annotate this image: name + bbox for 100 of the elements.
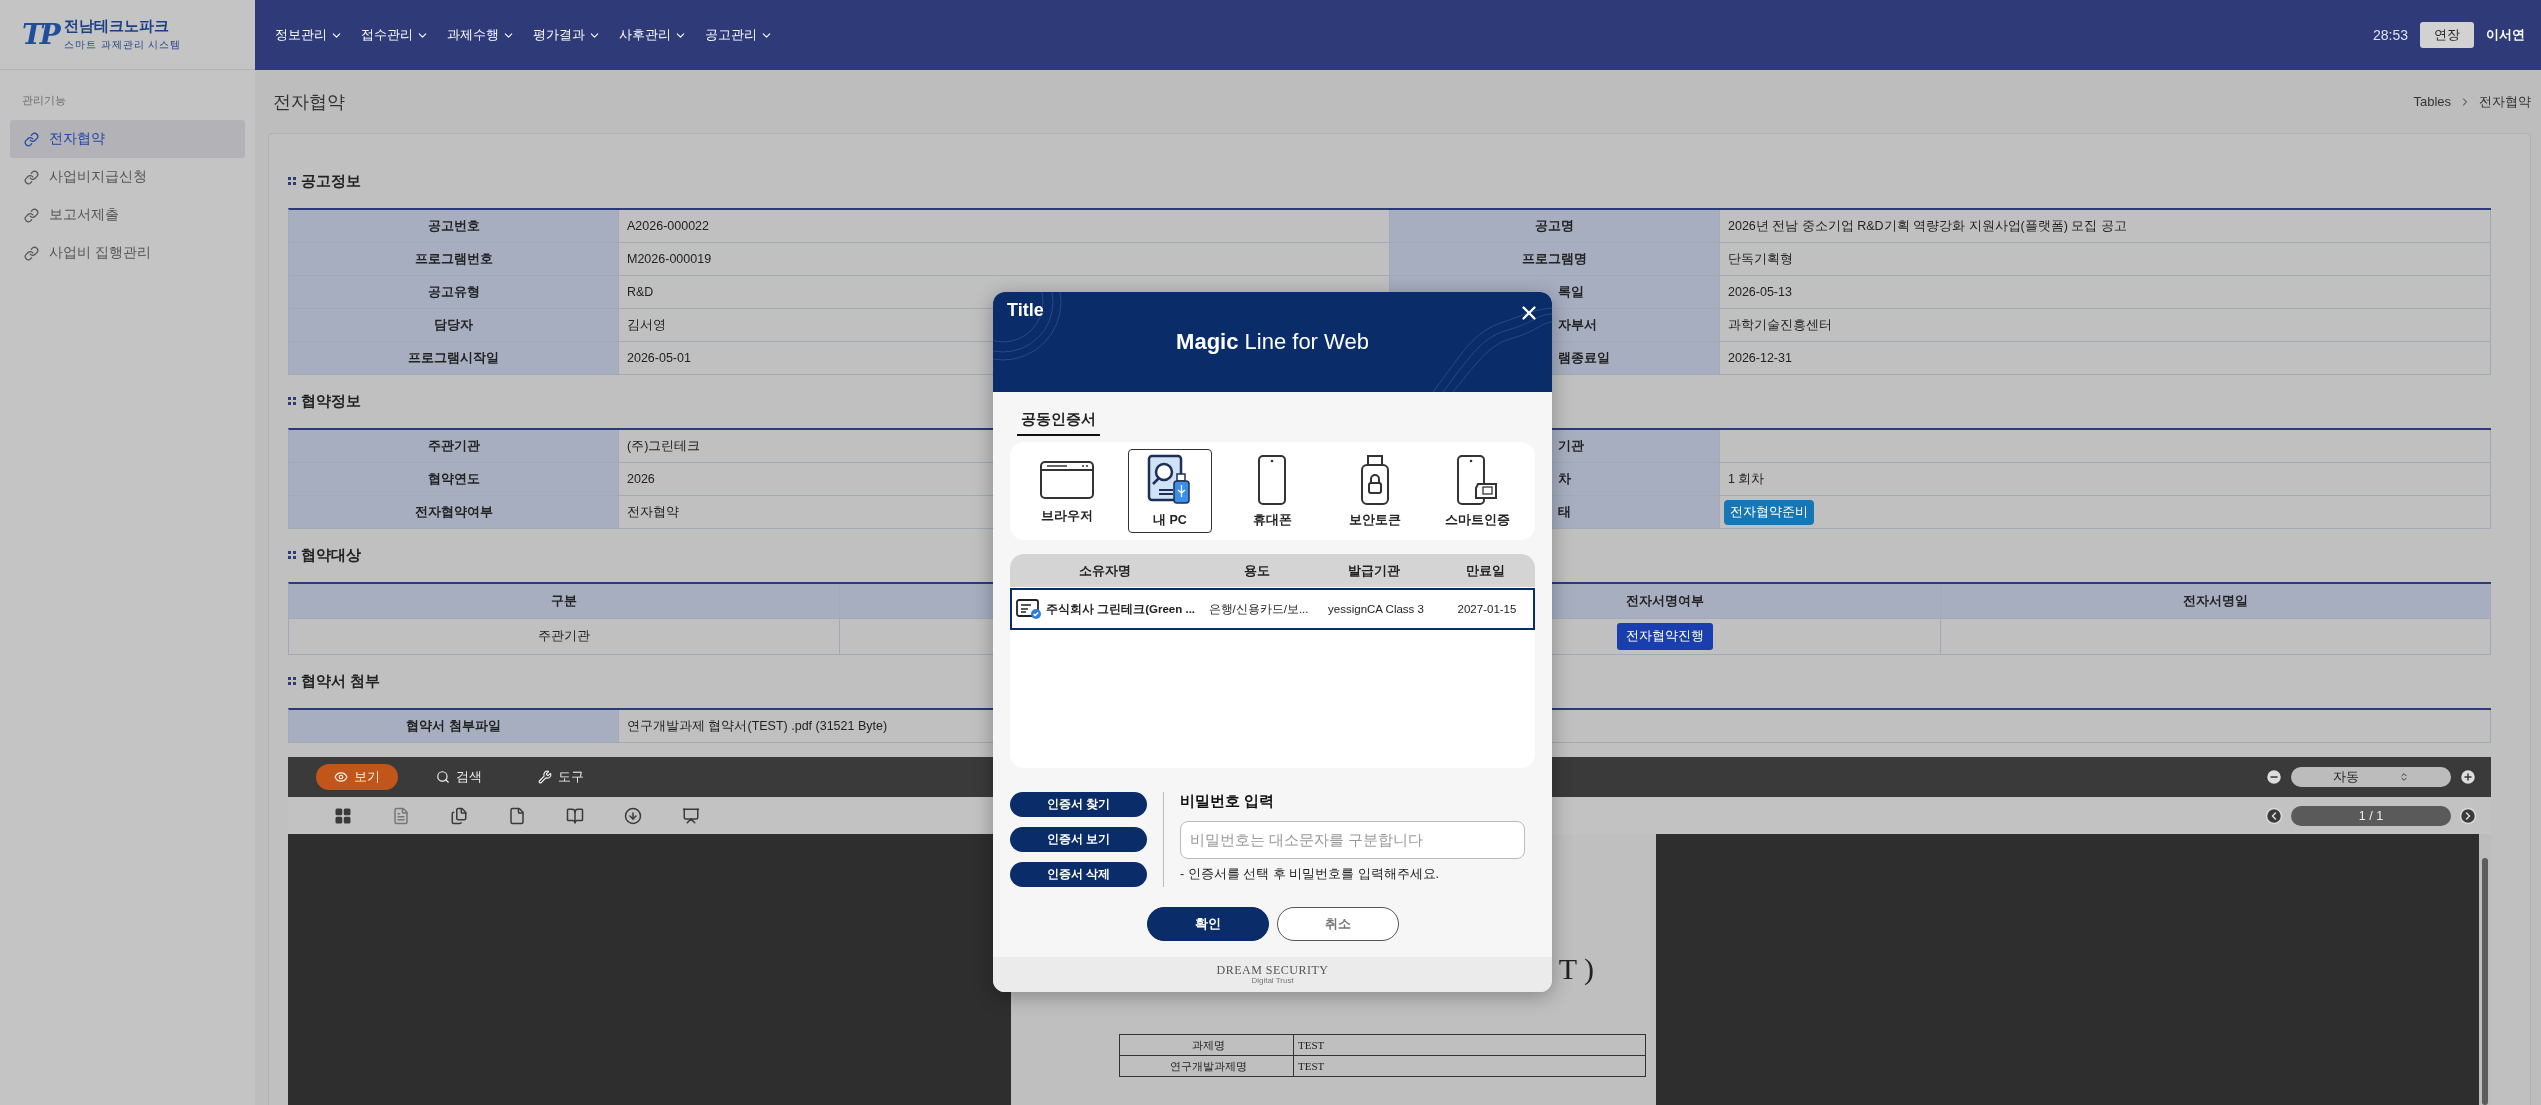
menu-item[interactable]: 사후관리 <box>611 17 695 53</box>
menu-item[interactable]: 정보관리 <box>267 17 351 53</box>
column-header: 만료일 <box>1435 554 1535 587</box>
document-icon[interactable] <box>508 806 526 825</box>
logo-name: 전남테크노파크 <box>63 17 170 36</box>
certificate-button[interactable]: 인증서 찾기 <box>1010 792 1147 817</box>
scrollbar[interactable] <box>2479 834 2491 1105</box>
section-title: 협약서 첨부 <box>301 671 381 691</box>
column-header: 소유자명 <box>1010 554 1200 587</box>
viewer-tab[interactable]: 보기 <box>316 764 398 790</box>
value-cell: 과학기술진흥센터 <box>1720 309 2491 342</box>
phone-icon <box>1257 453 1288 506</box>
confirm-button[interactable]: 확인 <box>1146 907 1269 941</box>
search-icon <box>436 770 450 784</box>
next-page-icon[interactable] <box>2459 806 2477 825</box>
up-down-icon <box>2399 772 2409 782</box>
zoom-out-icon[interactable] <box>2265 768 2283 786</box>
phone-chip-icon <box>1455 453 1500 506</box>
hard-drive-usb-icon <box>1146 453 1193 506</box>
viewer-tab[interactable]: 검색 <box>418 764 500 790</box>
password-hint: - 인증서를 선택 후 비밀번호를 입력해주세요. <box>1180 866 1440 883</box>
presentation-icon[interactable] <box>682 806 700 825</box>
label-cell: 협약연도 <box>289 463 619 496</box>
session-timer: 28:53 <box>2372 27 2408 43</box>
sidebar-item[interactable]: 사업비지급신청 <box>10 158 245 196</box>
storage-option[interactable]: 내 PC <box>1127 449 1212 533</box>
menu-item[interactable]: 접수관리 <box>353 17 437 53</box>
zoom-in-icon[interactable] <box>2459 768 2477 786</box>
wrench-icon <box>538 770 552 784</box>
certificate-button[interactable]: 인증서 보기 <box>1010 827 1147 852</box>
zoom-select[interactable]: 자동 <box>2291 767 2451 787</box>
page-indicator[interactable]: 1 / 1 <box>2291 805 2451 826</box>
eye-icon <box>334 770 348 784</box>
documents-icon[interactable] <box>450 806 468 825</box>
value-cell: 1 회차 <box>1720 463 2491 496</box>
arc-decoration-drawing <box>993 292 1063 362</box>
link-icon <box>24 131 39 147</box>
bullet-icon <box>288 397 296 405</box>
sidebar-item[interactable]: 전자협약 <box>10 120 245 158</box>
column-header: 발급기관 <box>1313 554 1435 587</box>
value-cell: M2026-000019 <box>619 243 1390 276</box>
value-cell: 2026-12-31 <box>1720 342 2491 375</box>
document-label-cell: 연구개발과제명 <box>1120 1056 1294 1077</box>
link-icon <box>24 245 39 261</box>
label-cell: 담당자 <box>289 309 619 342</box>
link-icon <box>24 207 39 223</box>
bullet-icon <box>288 677 296 685</box>
label-cell: 공고번호 <box>289 210 619 243</box>
label-cell: 프로그램번호 <box>289 243 619 276</box>
brand-name: DREAM SECURITY <box>1216 963 1329 976</box>
table-cell: 주식회사 그린테크(Green ... <box>1046 601 1196 617</box>
viewer-tab[interactable]: 도구 <box>520 764 602 790</box>
label-cell: 협약서 첨부파일 <box>289 710 619 743</box>
grid-icon[interactable] <box>334 806 352 825</box>
label-cell: 프로그램시작일 <box>289 342 619 375</box>
sidebar-item[interactable]: 사업비 집행관리 <box>10 234 245 272</box>
user-name: 이서연 <box>2486 26 2525 44</box>
book-icon[interactable] <box>566 806 584 825</box>
header-cell: 전자서명일 <box>1940 584 2491 619</box>
menu-item[interactable]: 평가결과 <box>525 17 609 53</box>
value-cell: 2026년 전남 중소기업 R&D기획 역량강화 지원사업(플랫폼) 모집 공고 <box>1720 210 2491 243</box>
label-cell: 주관기관 <box>289 430 619 463</box>
extend-button[interactable]: 연장 <box>2420 22 2474 48</box>
menu-item[interactable]: 공고관리 <box>697 17 781 53</box>
column-header: 용도 <box>1200 554 1313 587</box>
table-cell-text: 은행/신용카드/보... <box>1207 601 1310 617</box>
document-heading: T ) <box>1558 952 1594 986</box>
certificate-icon <box>1016 598 1042 620</box>
breadcrumb-item: 전자협약 <box>2479 92 2531 111</box>
header-cell: 구분 <box>289 584 840 619</box>
certificate-tab[interactable]: 공동인증서 <box>1017 404 1100 436</box>
table-cell: 주관기관 <box>289 619 840 655</box>
section-title: 공고정보 <box>301 171 361 191</box>
section-title: 협약대상 <box>301 545 361 565</box>
page-title: 전자협약 <box>273 90 345 114</box>
previous-page-icon[interactable] <box>2265 806 2283 825</box>
circle-arrow-icon[interactable] <box>624 806 642 825</box>
document-value-cell: TEST <box>1294 1056 1646 1077</box>
certificate-row[interactable]: 주식회사 그린테크(Green ... 은행/신용카드/보... yessignCA Class 3 2027-01-15 <box>1010 588 1535 630</box>
table-cell-text: 2027-01-15 <box>1456 603 1518 615</box>
brand-tagline: Digital Trust <box>1251 975 1294 986</box>
status-tag: 전자협약준비 <box>1724 499 1814 525</box>
value-cell: 2026-05-13 <box>1720 276 2491 309</box>
value-cell: 단독기획형 <box>1720 243 2491 276</box>
cancel-button[interactable]: 취소 <box>1276 907 1399 941</box>
logo-mark: TP <box>22 20 58 49</box>
document-value-cell: TEST <box>1294 1035 1646 1056</box>
value-cell: A2026-000022 <box>619 210 1390 243</box>
password-field[interactable]: 비밀번호는 대소문자를 구분합니다 <box>1180 821 1525 859</box>
usb-lock-icon <box>1360 453 1391 506</box>
sidebar-item[interactable]: 보고서제출 <box>10 196 245 234</box>
menu-item[interactable]: 과제수행 <box>439 17 523 53</box>
bullet-icon <box>288 551 296 559</box>
label-cell: 전자협약여부 <box>289 496 619 529</box>
section-title: 협약정보 <box>301 391 361 411</box>
contract-button[interactable]: 전자협약진행 <box>1616 623 1713 650</box>
breadcrumb-item[interactable]: Tables <box>2413 94 2451 109</box>
certificate-button[interactable]: 인증서 삭제 <box>1010 862 1147 887</box>
logo-tagline: 스마트 과제관리 시스템 <box>63 38 182 52</box>
bullet-icon <box>288 177 296 185</box>
